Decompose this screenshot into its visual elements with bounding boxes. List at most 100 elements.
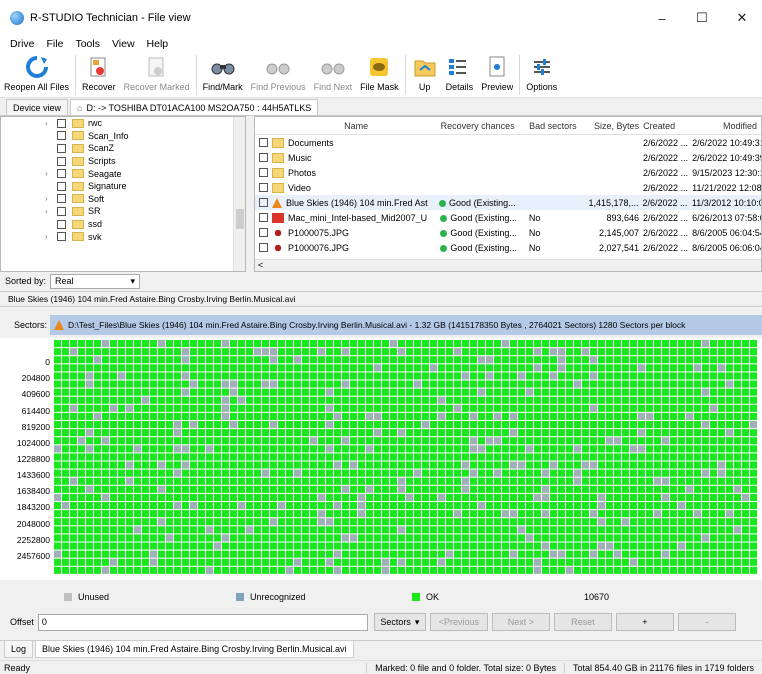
column-size[interactable]: Size, Bytes xyxy=(586,121,643,131)
tree-item[interactable]: Scripts xyxy=(1,155,245,168)
tab-device-view[interactable]: Device view xyxy=(6,99,69,115)
tree-item[interactable]: › Seagate xyxy=(1,167,245,180)
file-row[interactable]: Music2/6/2022 ...2/6/2022 10:49:39 I xyxy=(255,150,761,165)
sector-block xyxy=(726,396,733,404)
chevron-right-icon[interactable]: › xyxy=(45,207,55,216)
file-mask-button[interactable]: File Mask xyxy=(356,55,403,92)
sector-block xyxy=(350,421,357,429)
menu-view[interactable]: View xyxy=(106,38,141,50)
tree-checkbox[interactable] xyxy=(57,194,66,204)
tree-checkbox[interactable] xyxy=(57,169,66,179)
tree-scrollbar[interactable] xyxy=(233,117,245,271)
tree-item[interactable]: ScanZ xyxy=(1,142,245,155)
tree-checkbox[interactable] xyxy=(57,156,66,166)
menu-drive[interactable]: Drive xyxy=(4,38,41,50)
tree-item[interactable]: › Soft xyxy=(1,193,245,206)
file-row[interactable]: P1000076.JPG Good (Existing... No 2,027,541… xyxy=(255,240,761,255)
column-created[interactable]: Created xyxy=(643,121,692,131)
sorted-by-select[interactable]: Real ▾ xyxy=(50,273,141,289)
file-checkbox[interactable] xyxy=(259,183,268,192)
tree-checkbox[interactable] xyxy=(57,118,66,128)
file-row[interactable]: Documents2/6/2022 ...2/6/2022 10:49:31 I xyxy=(255,135,761,150)
file-row[interactable]: Video2/6/2022 ...11/21/2022 12:08:3 xyxy=(255,180,761,195)
up-button[interactable]: Up xyxy=(408,55,442,92)
tree-checkbox[interactable] xyxy=(57,219,66,229)
chevron-right-icon[interactable]: › xyxy=(45,232,55,241)
sector-block xyxy=(702,502,709,510)
file-row[interactable]: Blue Skies (1946) 104 min.Fred Ast Good (… xyxy=(255,195,761,210)
close-button[interactable]: ✕ xyxy=(722,0,762,36)
sector-block xyxy=(590,558,597,566)
file-checkbox[interactable] xyxy=(259,168,268,177)
sector-block xyxy=(286,348,293,356)
menu-tools[interactable]: Tools xyxy=(69,38,106,50)
horizontal-scrollbar[interactable]: < xyxy=(255,259,761,271)
sector-block xyxy=(694,348,701,356)
sector-block xyxy=(574,372,581,380)
tree-checkbox[interactable] xyxy=(57,131,66,141)
chevron-right-icon[interactable]: › xyxy=(45,119,55,128)
column-modified[interactable]: Modified xyxy=(692,121,761,131)
find-next-button[interactable]: Find Next xyxy=(310,55,357,92)
preview-button[interactable]: Preview xyxy=(477,55,517,92)
recover-button[interactable]: Recover xyxy=(78,55,120,92)
sector-block xyxy=(750,421,757,429)
sectors-unit-select[interactable]: Sectors ▾ xyxy=(373,613,426,631)
sector-block xyxy=(86,518,93,526)
file-checkbox[interactable] xyxy=(259,243,268,252)
scrollbar-thumb[interactable] xyxy=(236,209,244,229)
column-name[interactable]: Name xyxy=(272,121,441,131)
sector-block xyxy=(214,534,221,542)
sector-block xyxy=(222,502,229,510)
zoom-in-button[interactable]: + xyxy=(615,613,674,631)
minimize-button[interactable]: – xyxy=(642,0,682,36)
file-row[interactable]: Mac_mini_Intel-based_Mid2007_U Good (Exis… xyxy=(255,210,761,225)
maximize-button[interactable]: ☐ xyxy=(682,0,722,36)
sector-block xyxy=(710,542,717,550)
file-row[interactable]: Photos2/6/2022 ...9/15/2023 12:30:10 xyxy=(255,165,761,180)
offset-input[interactable] xyxy=(37,613,368,631)
column-bad-sectors[interactable]: Bad sectors xyxy=(529,121,586,131)
tab-log[interactable]: Log xyxy=(4,641,34,658)
tab-drive-path[interactable]: ⌂ D: -> TOSHIBA DT01ACA100 MS2OA750 : 44H… xyxy=(70,99,319,115)
next-button[interactable]: Next > xyxy=(491,613,550,631)
tab-sector-map-file[interactable]: Blue Skies (1946) 104 min.Fred Astaire.B… xyxy=(35,641,354,658)
file-row[interactable]: P1000075.JPG Good (Existing... No 2,145,007… xyxy=(255,225,761,240)
tree-item[interactable]: Scan_Info xyxy=(1,130,245,143)
tree-checkbox[interactable] xyxy=(57,232,66,242)
folder-tree[interactable]: › rwc Scan_Info ScanZ Scripts › Seagate Signatu… xyxy=(0,116,246,272)
options-button[interactable]: Options xyxy=(522,55,561,92)
tree-item[interactable]: › SR xyxy=(1,205,245,218)
sector-block xyxy=(254,526,261,534)
tree-item[interactable]: Signature xyxy=(1,180,245,193)
tree-checkbox[interactable] xyxy=(57,206,66,216)
sector-block xyxy=(366,534,373,542)
chevron-right-icon[interactable]: › xyxy=(45,194,55,203)
file-checkbox[interactable] xyxy=(259,198,268,207)
menu-file[interactable]: File xyxy=(41,38,70,50)
file-checkbox[interactable] xyxy=(259,138,268,147)
file-checkbox[interactable] xyxy=(259,228,268,237)
file-checkbox[interactable] xyxy=(259,213,268,222)
tree-checkbox[interactable] xyxy=(57,181,66,191)
details-button[interactable]: Details xyxy=(442,55,478,92)
tree-item[interactable]: ssd xyxy=(1,218,245,231)
sector-block xyxy=(222,380,229,388)
sector-block xyxy=(358,380,365,388)
chevron-right-icon[interactable]: › xyxy=(45,169,55,178)
find-previous-button[interactable]: Find Previous xyxy=(247,55,310,92)
file-checkbox[interactable] xyxy=(259,153,268,162)
tree-item[interactable]: › svk xyxy=(1,230,245,243)
zoom-out-button[interactable]: - xyxy=(677,613,736,631)
reopen-all-files-button[interactable]: Reopen All Files xyxy=(0,55,73,92)
tree-item[interactable]: › rwc xyxy=(1,117,245,130)
previous-button[interactable]: <Previous xyxy=(429,613,488,631)
recover-marked-button[interactable]: Recover Marked xyxy=(120,55,194,92)
reset-button[interactable]: Reset xyxy=(553,613,612,631)
sector-map[interactable] xyxy=(54,340,762,578)
sector-block xyxy=(550,485,557,493)
tree-checkbox[interactable] xyxy=(57,143,66,153)
menu-help[interactable]: Help xyxy=(141,38,175,50)
column-recovery-chances[interactable]: Recovery chances xyxy=(441,121,529,131)
find-mark-button[interactable]: Find/Mark xyxy=(199,55,247,92)
